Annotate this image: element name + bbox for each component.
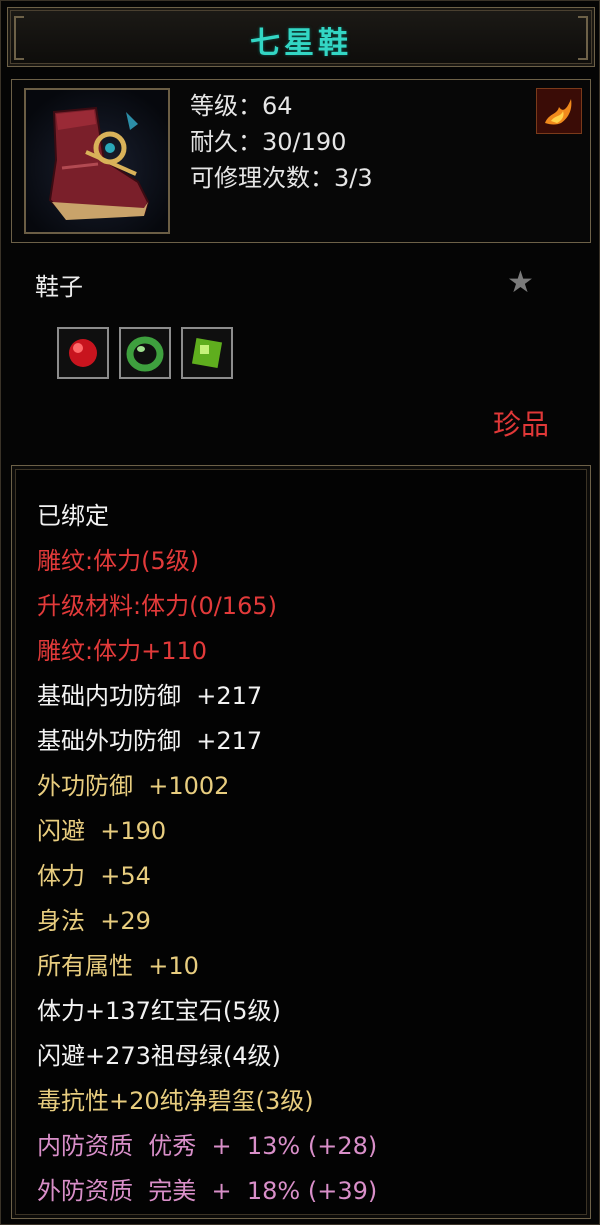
attr-line-8: 体力 +54 (37, 862, 151, 890)
attr-line-3: 雕纹:体力+110 (37, 637, 208, 665)
emerald-gem-icon[interactable] (181, 327, 233, 379)
item-stats: 等级：64 耐久：30/190 可修理次数：3/3 (190, 88, 373, 196)
attr-line-5: 基础外功防御 +217 (37, 727, 263, 755)
attr-line-9: 身法 +29 (37, 907, 151, 935)
attr-line-1: 雕纹:体力(5级) (37, 547, 200, 575)
item-name: 七星鞋 (250, 26, 352, 61)
durability-text: 耐久：30/190 (190, 128, 347, 156)
rarity-label: 珍品 (493, 408, 550, 441)
jade-ring-icon[interactable] (119, 327, 171, 379)
attr-line-15: 外防资质 完美 + 18% (+39) (37, 1177, 378, 1205)
flame-icon (536, 88, 582, 134)
attr-line-10: 所有属性 +10 (37, 952, 199, 980)
attr-line-4: 基础内功防御 +217 (37, 682, 263, 710)
item-tooltip: 七星鞋 等级：64 耐久：30/190 可修理次数：3/3 鞋子 ★ 珍品 已绑… (0, 0, 600, 1225)
title-bar: 七星鞋 (7, 7, 595, 67)
attr-line-2: 升级材料:体力(0/165) (37, 592, 277, 620)
ruby-gem-icon[interactable] (57, 327, 109, 379)
boot-icon (24, 88, 170, 234)
attr-line-14: 内防资质 优秀 + 13% (+28) (37, 1132, 378, 1160)
item-header: 等级：64 耐久：30/190 可修理次数：3/3 (11, 79, 591, 243)
attr-line-0: 已绑定 (37, 502, 109, 530)
star-icon: ★ (507, 265, 534, 300)
item-type: 鞋子 (35, 273, 83, 301)
attr-line-11: 体力+137红宝石(5级) (37, 997, 281, 1025)
attribute-panel: 已绑定 雕纹:体力(5级) 升级材料:体力(0/165) 雕纹:体力+110 基… (11, 465, 591, 1219)
attr-line-12: 闪避+273祖母绿(4级) (37, 1042, 281, 1070)
level-text: 等级：64 (190, 92, 293, 120)
attr-line-13: 毒抗性+20纯净碧玺(3级) (37, 1087, 314, 1115)
repair-count-text: 可修理次数：3/3 (190, 164, 373, 192)
attr-line-7: 闪避 +190 (37, 817, 167, 845)
attr-line-6: 外功防御 +1002 (37, 772, 230, 800)
